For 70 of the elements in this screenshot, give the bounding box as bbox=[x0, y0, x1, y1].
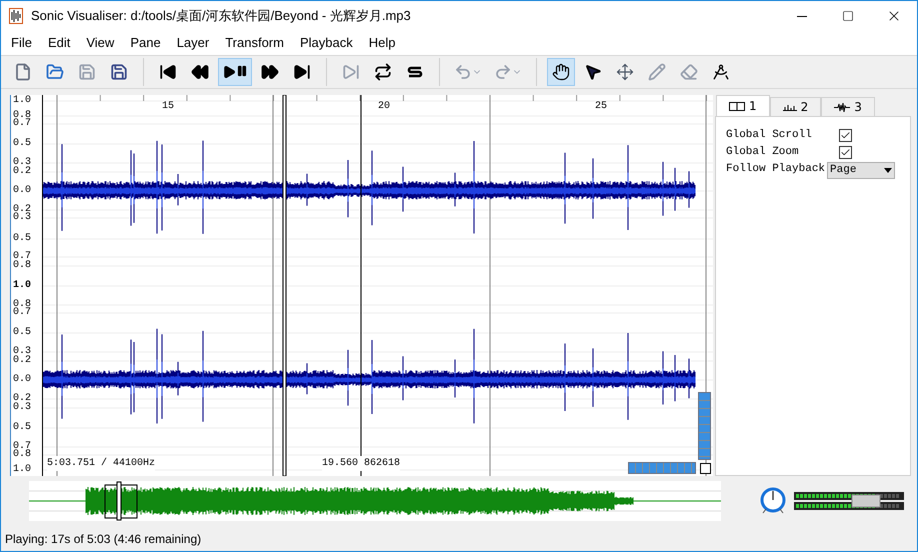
window-title: Sonic Visualiser: d:/tools/桌面/河东软件园/Beyond - 光辉岁月.mp3 bbox=[31, 7, 411, 26]
new-file-icon bbox=[14, 63, 32, 81]
pencil-icon bbox=[648, 63, 666, 81]
scale-label: 0.8 bbox=[13, 261, 32, 271]
time-label: 25 bbox=[595, 100, 608, 114]
checkbox[interactable] bbox=[839, 146, 852, 158]
skip-back-icon bbox=[159, 63, 177, 81]
overview-panel[interactable] bbox=[29, 481, 721, 521]
menu-item[interactable]: Edit bbox=[40, 33, 78, 53]
status-text: Playing: 17s of 5:03 (4:46 remaining) bbox=[5, 531, 202, 548]
scale-label: 0.2 bbox=[13, 167, 32, 177]
skip-forward-icon bbox=[293, 63, 311, 81]
property-label: Global Scroll bbox=[726, 128, 813, 143]
playhead-marker bbox=[116, 482, 122, 520]
cursor-readout: 19.560 862618 bbox=[322, 456, 400, 471]
scale-label: 1.0 bbox=[13, 465, 32, 475]
maximize-icon bbox=[842, 10, 854, 22]
menu-item[interactable]: Transform bbox=[217, 33, 292, 53]
scale-label: 0.0 bbox=[13, 186, 32, 196]
volume-knob-icon bbox=[758, 486, 788, 516]
scale-label: 0.5 bbox=[13, 423, 32, 433]
fast-forward-icon bbox=[261, 63, 279, 81]
save-as-icon bbox=[110, 63, 128, 81]
loop-icon bbox=[374, 63, 392, 81]
rewind-icon bbox=[191, 63, 209, 81]
constrain-icon bbox=[342, 63, 360, 81]
toolbar-button[interactable] bbox=[547, 58, 575, 86]
follow-playback-dropdown[interactable]: Page bbox=[827, 162, 896, 178]
zoom-reset-button[interactable] bbox=[700, 463, 711, 474]
redo-icon bbox=[494, 63, 522, 81]
scale-label: 0.5 bbox=[13, 328, 32, 338]
property-label: Global Zoom bbox=[726, 144, 800, 160]
pane-tab[interactable]: 3 bbox=[821, 97, 875, 117]
scale-label: 0.3 bbox=[13, 403, 32, 413]
scale-label: 0.5 bbox=[13, 139, 32, 149]
scale-label: 0.2 bbox=[13, 356, 32, 366]
scale-label: 0.5 bbox=[13, 234, 32, 244]
move-icon bbox=[616, 63, 634, 81]
app-logo-icon bbox=[9, 8, 23, 24]
viewport-frame[interactable] bbox=[104, 484, 138, 518]
dropdown-arrow-icon bbox=[884, 168, 892, 172]
menu-item[interactable]: Help bbox=[360, 33, 404, 53]
pointer-icon bbox=[584, 63, 602, 81]
menu-item[interactable]: Layer bbox=[168, 33, 218, 53]
time-label: 15 bbox=[162, 100, 174, 114]
pane-tab[interactable]: 1 bbox=[716, 95, 770, 117]
bars-icon bbox=[782, 103, 797, 111]
undo-icon bbox=[454, 63, 482, 81]
time-label: 20 bbox=[378, 100, 390, 114]
pane-tab[interactable]: 2 bbox=[770, 97, 822, 117]
waveform-icon bbox=[834, 102, 850, 112]
folder-icon bbox=[46, 63, 64, 81]
scale-label: 0.0 bbox=[13, 375, 32, 385]
menu-item[interactable]: Playback bbox=[292, 33, 361, 53]
solo-icon bbox=[407, 65, 423, 79]
menu-item[interactable]: View bbox=[78, 33, 122, 53]
position-readout: 5:03.751 / 44100Hz bbox=[47, 456, 156, 471]
compass-icon bbox=[712, 63, 730, 81]
scale-label: 1.0 bbox=[13, 96, 32, 106]
hand-icon bbox=[552, 63, 570, 81]
play-pause-icon bbox=[222, 65, 248, 79]
eraser-icon bbox=[680, 63, 698, 81]
property-label: Follow Playback bbox=[726, 162, 826, 177]
save-icon bbox=[78, 63, 96, 81]
scale-label: 1.0 bbox=[13, 281, 32, 291]
menu-item[interactable]: File bbox=[3, 33, 40, 53]
checkbox[interactable] bbox=[839, 128, 852, 142]
menu-item[interactable]: Pane bbox=[122, 33, 169, 53]
pane-icon bbox=[729, 102, 745, 110]
toolbar-button[interactable] bbox=[218, 58, 252, 86]
